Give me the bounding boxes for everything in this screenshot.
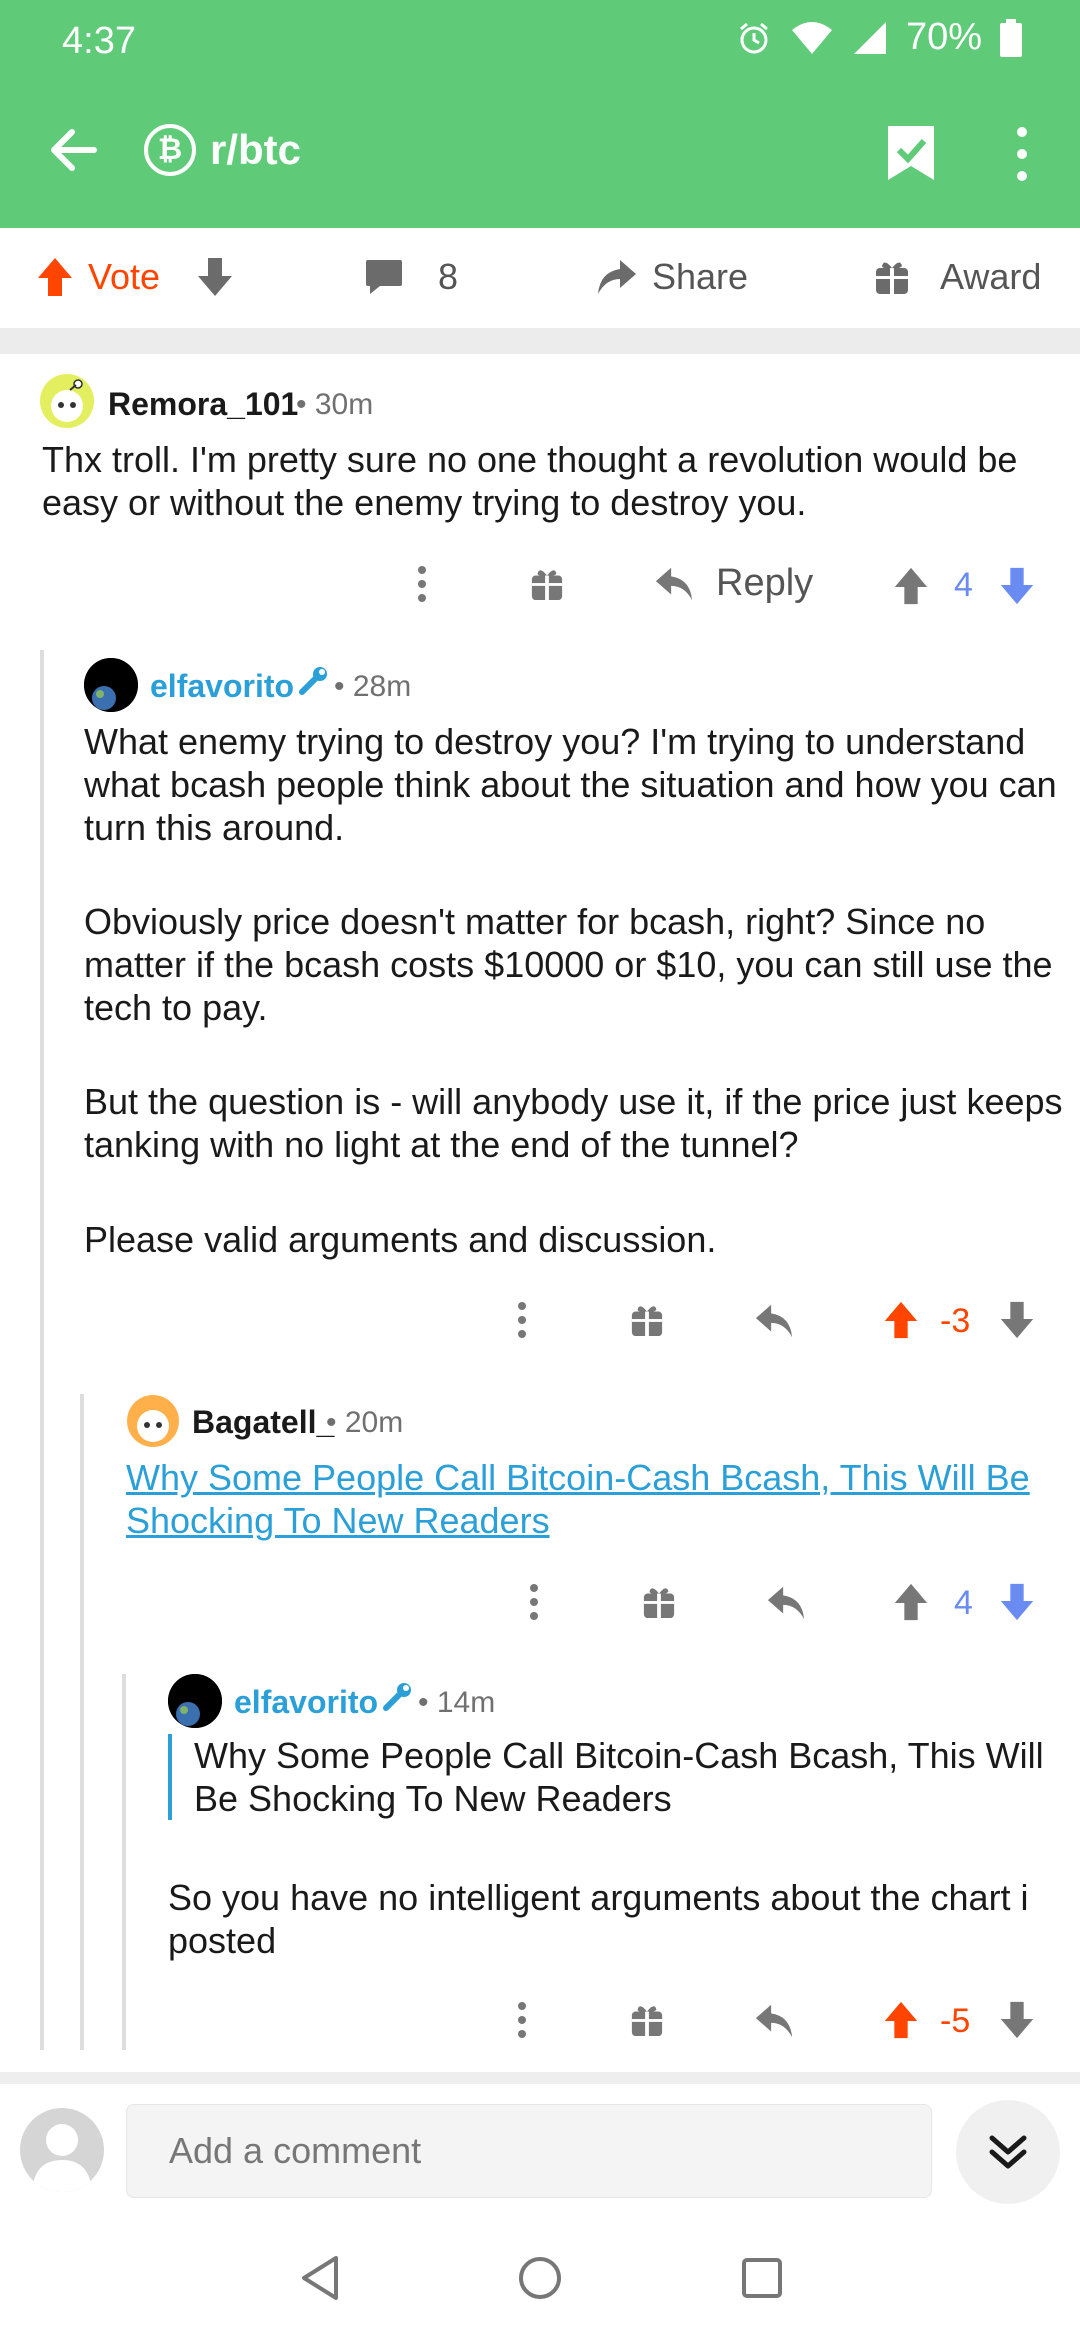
award-gift-icon[interactable]: [530, 566, 564, 602]
comment-author[interactable]: Bagatell_: [192, 1404, 334, 1441]
comment-score: -5: [940, 2002, 971, 2040]
reply-arrow-icon[interactable]: [754, 2002, 794, 2040]
more-options-icon[interactable]: [510, 2000, 534, 2040]
nav-recents-icon[interactable]: [740, 2256, 784, 2300]
comment-author[interactable]: elfavorito: [234, 1684, 378, 1721]
avatar[interactable]: [40, 374, 94, 428]
award-gift-icon[interactable]: [630, 2002, 664, 2038]
share-arrow-icon: [598, 260, 636, 294]
comment-age: • 14m: [418, 1686, 496, 1719]
comment-body: Thx troll. I'm pretty sure no one though…: [42, 439, 1018, 523]
flair-wrench-icon: [299, 667, 327, 695]
downvote-arrow-icon[interactable]: [196, 256, 234, 298]
nav-home-icon[interactable]: [516, 2254, 564, 2302]
quote-bar: [168, 1734, 172, 1820]
subreddit-name[interactable]: r/btc: [210, 126, 301, 174]
award-label: Award: [940, 256, 1042, 297]
more-options-icon[interactable]: [522, 1582, 546, 1622]
upvote-arrow-icon[interactable]: [882, 2000, 920, 2040]
system-nav-bar: [0, 2214, 1080, 2340]
comment-score: 4: [954, 1584, 973, 1622]
vote-group: Vote: [36, 256, 234, 298]
comment-composer: Add a comment: [0, 2084, 1080, 2214]
reply-arrow-icon[interactable]: [754, 1302, 794, 1340]
comment-score: 4: [954, 566, 973, 604]
share-label: Share: [652, 256, 749, 297]
overflow-menu-icon[interactable]: [1010, 124, 1034, 184]
wifi-icon: [791, 21, 832, 54]
comment-paragraph: Please valid arguments and discussion.: [84, 1219, 717, 1260]
more-options-icon[interactable]: [510, 1300, 534, 1340]
comment-paragraph: Obviously price doesn't matter for bcash…: [84, 901, 1053, 1028]
avatar[interactable]: [168, 1674, 222, 1728]
comment-link[interactable]: Why Some People Call Bitcoin-Cash Bcash,…: [126, 1456, 1066, 1542]
upvote-arrow-icon[interactable]: [36, 256, 74, 298]
more-options-icon[interactable]: [410, 564, 434, 604]
add-comment-input[interactable]: Add a comment: [126, 2104, 932, 2198]
collapse-threads-button[interactable]: [956, 2100, 1060, 2204]
post-action-bar: Vote 8 Share Award: [0, 228, 1080, 329]
reply-label: Reply: [716, 562, 814, 604]
comment-bubble-icon: [366, 260, 402, 294]
subreddit-icon[interactable]: ₿: [144, 124, 196, 176]
flair-wrench-icon: [383, 1683, 411, 1711]
comment-count: 8: [438, 256, 459, 297]
composer-divider: [0, 2072, 1080, 2084]
bookmark-check-icon[interactable]: [884, 124, 938, 182]
comment-age: • 30m: [296, 388, 374, 421]
alarm-icon: [739, 22, 768, 53]
nav-back-icon[interactable]: [298, 2254, 342, 2302]
comment-paragraph: What enemy trying to destroy you? I'm tr…: [84, 721, 1057, 848]
thread-line[interactable]: [122, 1674, 126, 2050]
avatar[interactable]: [126, 1394, 180, 1448]
section-divider: [0, 328, 1080, 354]
double-chevron-down-icon: [989, 2135, 1027, 2169]
snoo-avatar-icon: [51, 379, 83, 422]
downvote-arrow-icon[interactable]: [998, 566, 1036, 606]
vote-label[interactable]: Vote: [88, 256, 160, 298]
comment-author[interactable]: Remora_101: [108, 386, 298, 423]
award-gift-icon[interactable]: [642, 1584, 676, 1620]
reply-button[interactable]: Reply: [654, 562, 813, 605]
thread-line[interactable]: [80, 1394, 84, 2050]
thread-line[interactable]: [40, 650, 44, 2050]
award-button[interactable]: Award: [874, 256, 1041, 298]
downvote-arrow-icon[interactable]: [998, 1582, 1036, 1622]
app-bar: 4:37 70% ₿ r/btc: [0, 0, 1080, 228]
comment-score: -3: [940, 1302, 971, 1340]
status-icons: 70%: [736, 16, 1022, 59]
moon-avatar-icon: [168, 1674, 222, 1728]
comment-paragraph: But the question is - will anybody use i…: [84, 1081, 1063, 1165]
upvote-arrow-icon[interactable]: [882, 1300, 920, 1340]
user-avatar[interactable]: [20, 2108, 104, 2192]
default-user-icon: [32, 2124, 92, 2192]
battery-percent: 70%: [905, 16, 982, 58]
downvote-arrow-icon[interactable]: [998, 1300, 1036, 1340]
gift-icon: [876, 262, 908, 294]
comment-age: • 28m: [334, 670, 412, 703]
comment-age: • 20m: [326, 1406, 404, 1439]
reply-arrow-icon[interactable]: [766, 1584, 806, 1622]
status-time: 4:37: [62, 20, 136, 62]
comment-author[interactable]: elfavorito: [150, 668, 294, 705]
comment-body: So you have no intelligent arguments abo…: [168, 1877, 1029, 1961]
share-button[interactable]: Share: [596, 256, 748, 298]
quoted-text: Why Some People Call Bitcoin-Cash Bcash,…: [194, 1735, 1044, 1819]
back-arrow-icon[interactable]: [44, 120, 104, 180]
award-gift-icon[interactable]: [630, 1302, 664, 1338]
upvote-arrow-icon[interactable]: [892, 1582, 930, 1622]
upvote-arrow-icon[interactable]: [892, 566, 930, 606]
battery-icon: [1000, 18, 1022, 57]
snoo-avatar-icon: [127, 1395, 179, 1447]
comments-count-button[interactable]: 8: [364, 256, 458, 298]
avatar[interactable]: [84, 658, 138, 712]
signal-icon: [853, 21, 886, 54]
reply-arrow-icon: [655, 567, 693, 600]
moon-avatar-icon: [84, 658, 138, 712]
downvote-arrow-icon[interactable]: [998, 2000, 1036, 2040]
